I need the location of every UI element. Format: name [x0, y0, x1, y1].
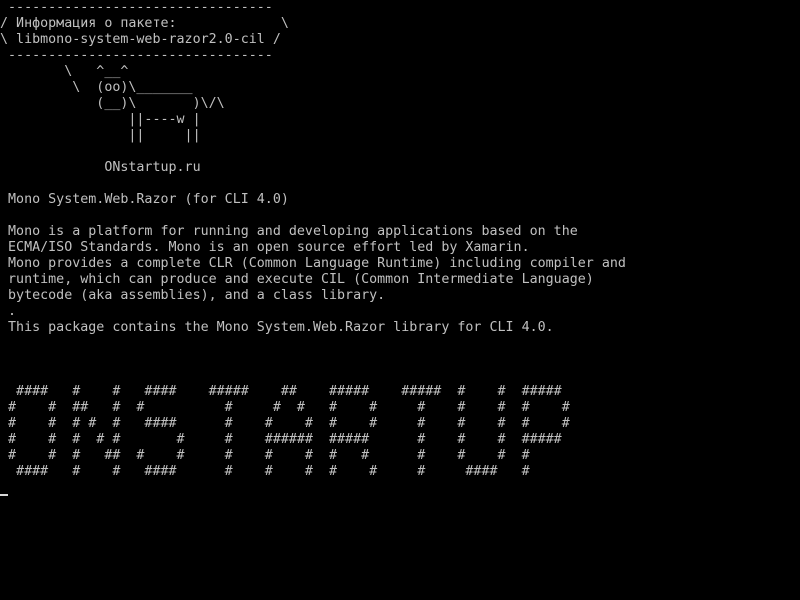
terminal-line: # # # # # # # ###### ##### # # # ##### [0, 432, 562, 447]
terminal-line: Mono provides a complete CLR (Common Lan… [0, 256, 626, 271]
terminal-line: # # # ## # # # # # # # # # # # [0, 448, 530, 463]
terminal-line: . [0, 304, 17, 319]
terminal-line: --------------------------------- [0, 0, 273, 15]
terminal-line: \ libmono-system-web-razor2.0-cil / [0, 32, 281, 47]
terminal-line: ONstartup.ru [0, 160, 201, 175]
terminal-line: #### # # #### # # # # # # #### # [0, 464, 530, 479]
terminal-line: ECMA/ISO Standards. Mono is an open sour… [0, 240, 530, 255]
terminal-line: || || [0, 128, 201, 143]
terminal-line: This package contains the Mono System.We… [0, 320, 554, 335]
terminal-line: --------------------------------- [0, 48, 273, 63]
terminal-line: # # ## # # # # # # # # # # # # [0, 400, 570, 415]
terminal-line: / Информация о пакете: \ [0, 16, 289, 31]
terminal-line: Mono System.Web.Razor (for CLI 4.0) [0, 192, 289, 207]
terminal-line: bytecode (aka assemblies), and a class l… [0, 288, 386, 303]
terminal-line: Mono is a platform for running and devel… [0, 224, 578, 239]
terminal-output: --------------------------------- / Инфор… [0, 0, 626, 496]
terminal-line: # # # # # #### # # # # # # # # # # [0, 416, 570, 431]
terminal-line: runtime, which can produce and execute C… [0, 272, 594, 287]
terminal-line: ||----w | [0, 112, 201, 127]
terminal-line: #### # # #### ##### ## ##### ##### # # #… [0, 384, 562, 399]
terminal-line: \ (oo)\_______ [0, 80, 193, 95]
terminal-line: (__)\ )\/\ [0, 96, 225, 111]
terminal-window[interactable]: --------------------------------- / Инфор… [0, 0, 800, 600]
text-cursor[interactable] [0, 494, 8, 496]
terminal-line: \ ^__^ [0, 64, 129, 79]
